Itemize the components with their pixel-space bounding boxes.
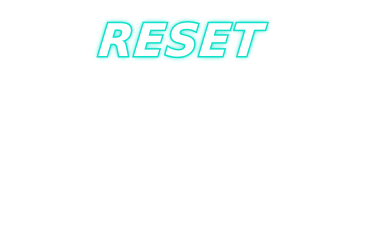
reset-button-label: RESET — [95, 12, 268, 68]
reset-button[interactable]: RESET — [88, 12, 274, 68]
